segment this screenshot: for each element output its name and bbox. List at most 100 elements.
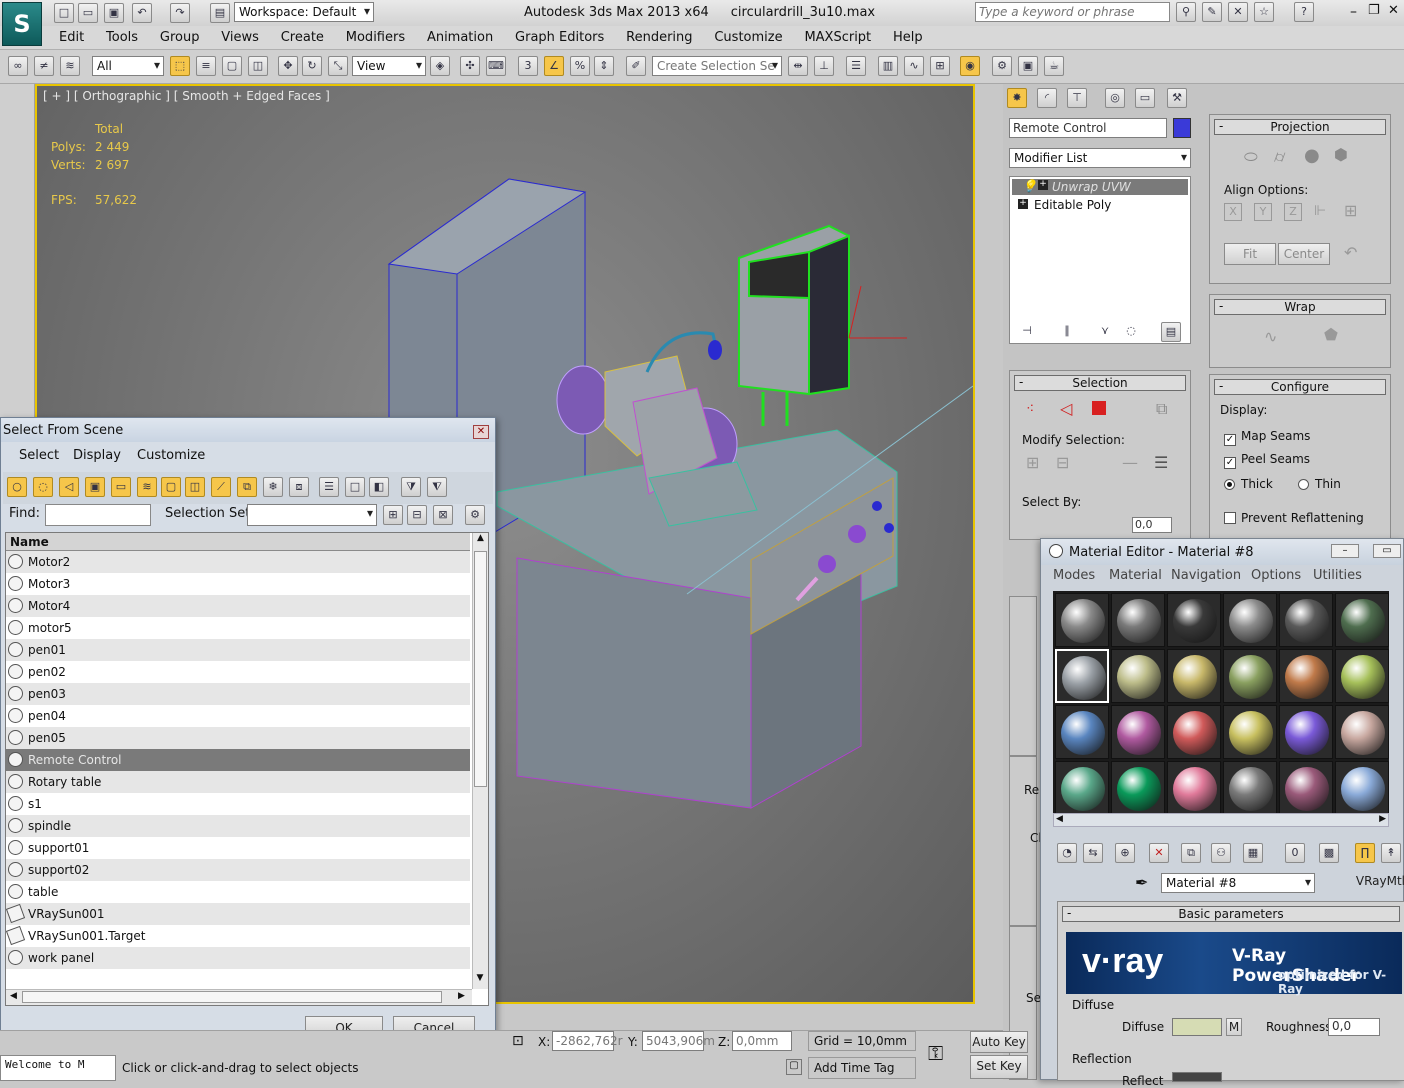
thick-radio[interactable]: Thick [1224, 477, 1273, 491]
list-item[interactable]: spindle [6, 815, 470, 837]
z-coordinate-field[interactable]: 0,0mm [732, 1031, 792, 1051]
material-slot[interactable] [1223, 593, 1277, 647]
expand-plus-icon[interactable]: + [1038, 180, 1048, 190]
scroll-down-icon[interactable]: ▼ [473, 973, 487, 989]
select-children-icon[interactable]: ⊟ [407, 505, 427, 525]
link-icon[interactable]: ∞ [8, 56, 28, 76]
list-item[interactable]: work panel [6, 947, 470, 969]
list-item[interactable]: Remote Control [6, 749, 470, 771]
slot-hscroll[interactable]: ◀ ▶ [1053, 813, 1389, 827]
select-influences-icon[interactable]: ⊠ [433, 505, 453, 525]
loop-icon[interactable]: — [1122, 453, 1138, 472]
diffuse-color-swatch[interactable] [1172, 1018, 1222, 1036]
expand-plus-icon[interactable]: + [1018, 199, 1028, 209]
mated-menu-navigation[interactable]: Navigation [1171, 568, 1241, 583]
fit-button[interactable]: Fit [1224, 243, 1276, 265]
material-slot[interactable] [1167, 705, 1221, 759]
material-slot[interactable] [1223, 649, 1277, 703]
reset-map-icon[interactable]: ✕ [1149, 843, 1169, 863]
assign-to-selection-icon[interactable]: ⊕ [1115, 843, 1135, 863]
dialog-close-icon[interactable]: ✕ [473, 425, 489, 439]
display-all-icon[interactable]: ☰ [319, 477, 339, 497]
display-frozen-icon[interactable]: ❄ [263, 477, 283, 497]
display-lights-icon[interactable]: ◁ [59, 477, 79, 497]
material-slot[interactable] [1111, 705, 1165, 759]
render-setup-icon[interactable]: ⚙ [992, 56, 1012, 76]
material-type-button[interactable]: VRayMtl [1323, 871, 1404, 893]
list-item[interactable]: table [6, 881, 470, 903]
key-icon[interactable]: ⚿ [928, 1041, 943, 1065]
show-shaded-icon[interactable]: ▩ [1319, 843, 1339, 863]
menu-tools[interactable]: Tools [97, 26, 147, 45]
named-selection-dropdown[interactable]: Create Selection Se [652, 56, 782, 76]
selection-set-dropdown[interactable] [247, 504, 377, 526]
communication-icon[interactable]: ✕ [1228, 2, 1248, 22]
align-icon[interactable]: ⊥ [814, 56, 834, 76]
list-item[interactable]: VRaySun001.Target [5, 925, 470, 947]
menu-rendering[interactable]: Rendering [617, 26, 701, 45]
hscroll-thumb[interactable] [22, 991, 442, 1003]
scroll-left-icon[interactable]: ◀ [10, 991, 17, 1001]
select-object-icon[interactable]: ⬚ [170, 56, 190, 76]
reference-coordinate-dropdown[interactable]: View [352, 56, 426, 76]
show-end-result-mat-icon[interactable]: ∏ [1355, 843, 1375, 863]
graphite-ribbon-icon[interactable]: ▥ [878, 56, 898, 76]
scroll-up-icon[interactable]: ▲ [473, 533, 488, 549]
list-item[interactable]: VRaySun001 [5, 903, 470, 925]
stack-item-editable-poly[interactable]: + Editable Poly [1012, 197, 1188, 213]
align-x-icon[interactable]: X [1224, 203, 1242, 221]
undo-icon[interactable]: ↶ [132, 3, 152, 23]
material-slot[interactable] [1279, 649, 1333, 703]
align-z-icon[interactable]: Z [1284, 203, 1302, 221]
menu-customize[interactable]: Customize [705, 26, 791, 45]
help-icon[interactable]: ? [1294, 2, 1314, 22]
material-slot[interactable] [1111, 593, 1165, 647]
menu-graph-editors[interactable]: Graph Editors [506, 26, 613, 45]
find-input[interactable] [45, 504, 151, 526]
material-slot[interactable] [1167, 593, 1221, 647]
unlink-icon[interactable]: ≠ [34, 56, 54, 76]
maxscript-listener[interactable]: Welcome to M [0, 1055, 116, 1081]
menu-edit[interactable]: Edit [50, 26, 93, 45]
search-input[interactable] [975, 2, 1170, 22]
display-spacewarps-icon[interactable]: ≋ [137, 477, 157, 497]
material-slot[interactable] [1055, 593, 1109, 647]
snap-toggle-icon[interactable]: 3 [518, 56, 538, 76]
spherical-map-icon[interactable]: ● [1304, 145, 1320, 166]
cylindrical-map-icon[interactable]: ⌭ [1274, 147, 1285, 167]
display-shapes-icon[interactable]: ◌ [33, 477, 53, 497]
motion-tab-icon[interactable]: ◎ [1105, 88, 1125, 108]
auto-key-button[interactable]: Auto Key [970, 1031, 1028, 1053]
display-containers-icon[interactable]: ⧉ [237, 477, 257, 497]
slot-scroll-right-icon[interactable]: ▶ [1379, 814, 1386, 824]
curve-editor-icon[interactable]: ∿ [904, 56, 924, 76]
select-manipulate-icon[interactable]: ✣ [460, 56, 480, 76]
y-coordinate-field[interactable]: 5043,906m [642, 1031, 715, 1051]
isolate-selection-icon[interactable]: ⊡ [512, 1033, 524, 1049]
box-map-icon[interactable]: ⬢ [1334, 145, 1348, 164]
list-item[interactable]: support01 [6, 837, 470, 859]
prevent-check-icon[interactable] [1224, 512, 1236, 524]
thin-radio-icon[interactable] [1298, 479, 1309, 490]
list-item[interactable]: support02 [6, 859, 470, 881]
show-end-result-icon[interactable]: ∥ [1057, 322, 1077, 342]
spinner-snap-icon[interactable]: ⇕ [594, 56, 614, 76]
selection-header[interactable]: Selection [1014, 375, 1186, 391]
set-key-button[interactable]: Set Key [970, 1055, 1028, 1079]
time-tag-icon[interactable]: ▢ [786, 1059, 802, 1075]
material-slot[interactable] [1111, 649, 1165, 703]
scroll-thumb[interactable] [474, 551, 487, 787]
mated-menu-options[interactable]: Options [1251, 568, 1301, 583]
material-slot[interactable] [1167, 649, 1221, 703]
object-name-field[interactable]: Remote Control [1009, 118, 1167, 138]
bind-space-warp-icon[interactable]: ≋ [60, 56, 80, 76]
project-folder-icon[interactable]: ▤ [210, 3, 230, 23]
material-slot[interactable] [1279, 705, 1333, 759]
vertical-scrollbar[interactable]: ▲ ▼ [472, 533, 488, 989]
display-groups-icon[interactable]: ▢ [161, 477, 181, 497]
list-item[interactable]: Motor2 [6, 551, 470, 573]
prevent-reflattening-checkbox[interactable]: Prevent Reflattening [1224, 511, 1364, 525]
restore-icon[interactable]: ❐ [1368, 3, 1380, 18]
material-slot[interactable] [1335, 761, 1389, 815]
hierarchy-tab-icon[interactable]: ⊤ [1067, 88, 1087, 108]
